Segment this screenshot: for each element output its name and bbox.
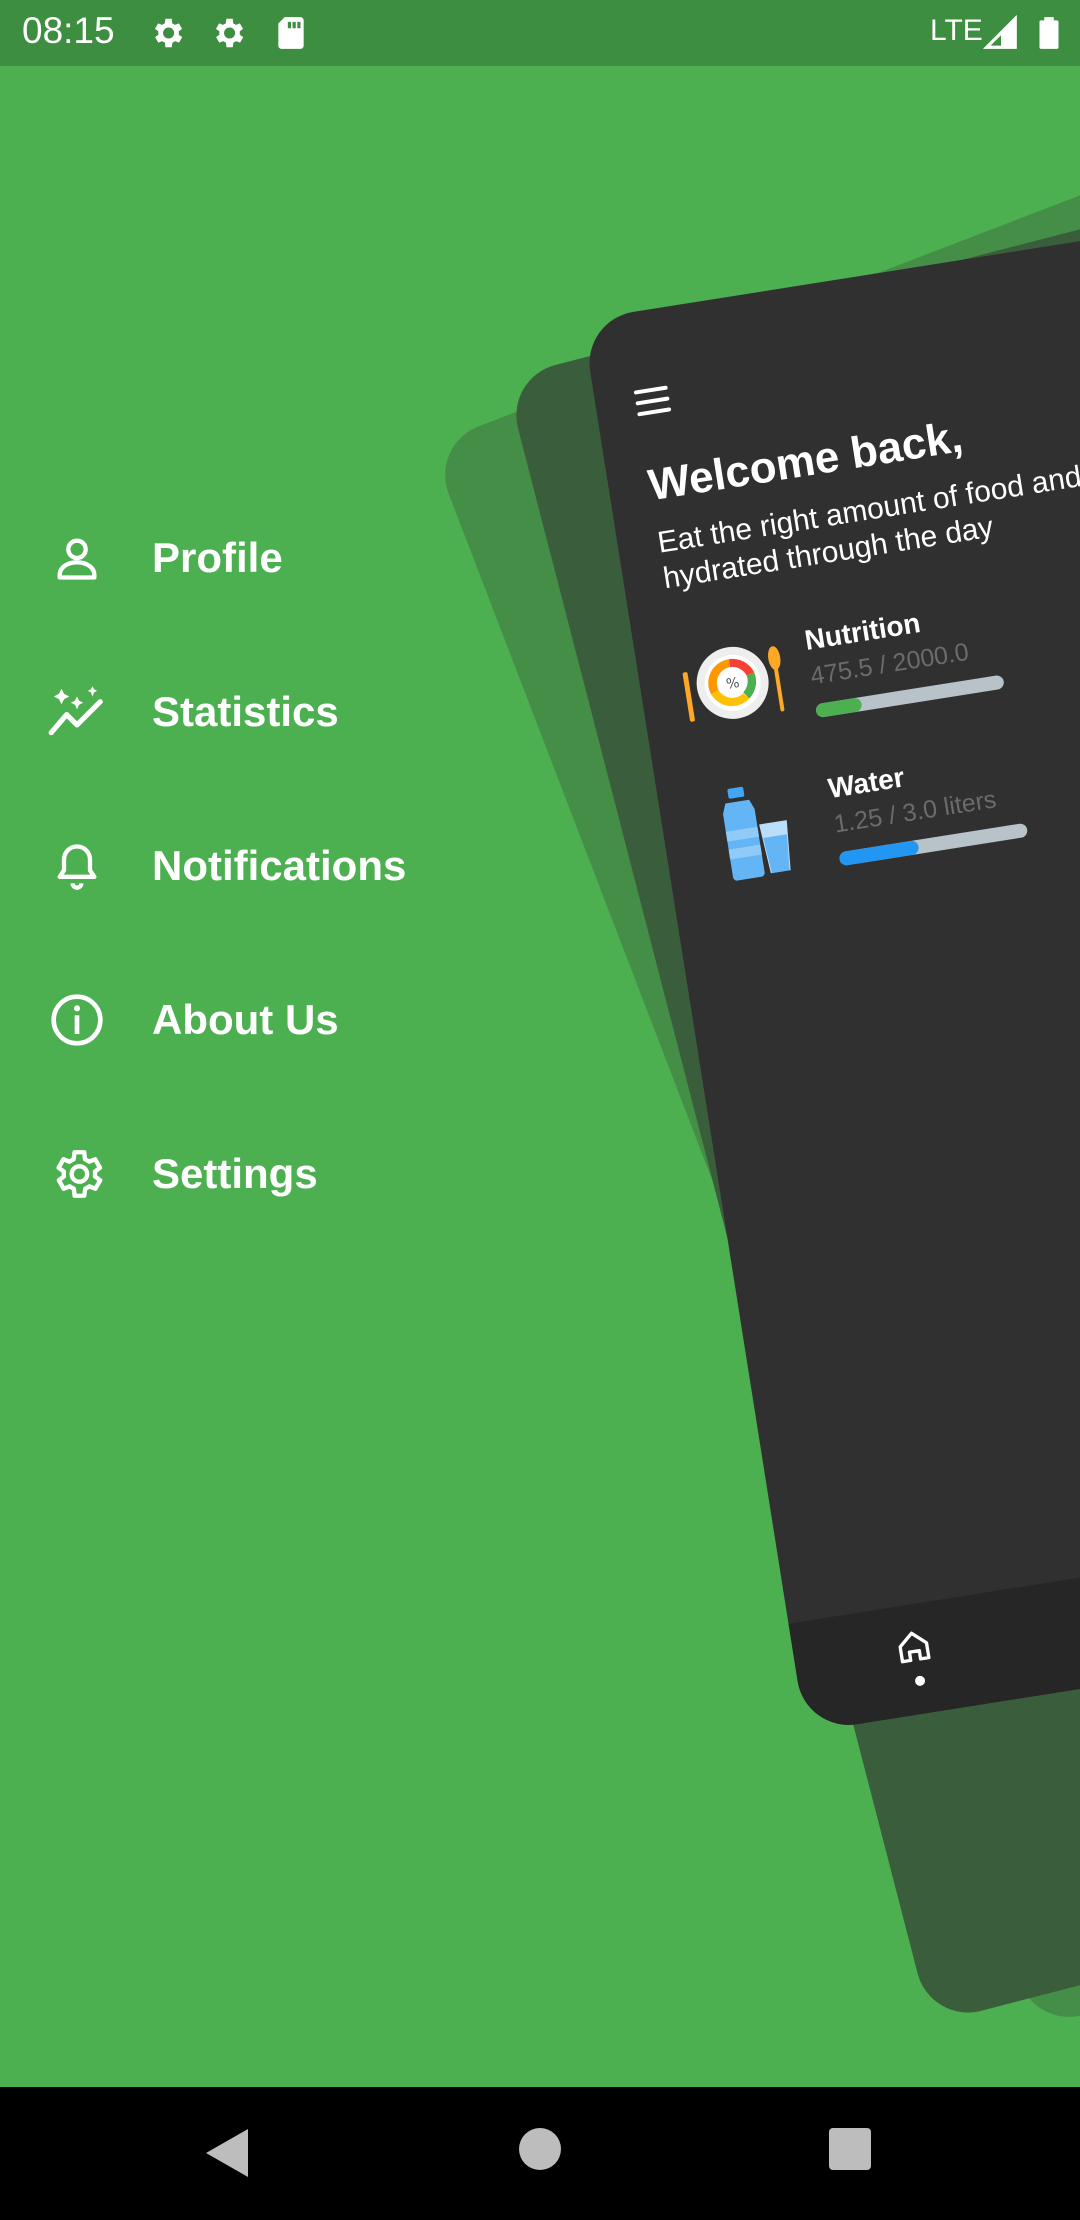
system-nav-bar xyxy=(0,2087,1080,2220)
gear-icon xyxy=(215,18,244,48)
network-type: LTE xyxy=(930,14,983,47)
menu-label: About Us xyxy=(152,996,339,1043)
plate-icon: % xyxy=(682,646,785,722)
menu-label: Profile xyxy=(152,534,283,581)
signal-icon xyxy=(982,14,1017,49)
menu-label: Settings xyxy=(152,1150,318,1197)
sparkle-chart-icon xyxy=(44,679,110,745)
info-icon xyxy=(44,987,110,1053)
status-bar: 08:15 LTE xyxy=(0,0,1080,66)
water-label: Water xyxy=(825,761,907,805)
recents-icon[interactable] xyxy=(828,2127,872,2171)
home-icon[interactable] xyxy=(891,1624,937,1670)
menu-item-statistics[interactable]: Statistics xyxy=(44,667,339,757)
gear-icon xyxy=(44,1141,110,1207)
menu-icon[interactable] xyxy=(633,385,672,417)
menu-item-settings[interactable]: Settings xyxy=(44,1129,318,1219)
water-progress-fill xyxy=(838,839,920,867)
home-circle-icon[interactable] xyxy=(518,2127,562,2171)
menu-label: Notifications xyxy=(152,842,407,889)
menu-item-profile[interactable]: Profile xyxy=(44,513,283,603)
water-bottle-icon xyxy=(723,786,791,881)
gear-icon xyxy=(154,18,183,48)
menu-label: Statistics xyxy=(152,688,339,735)
status-time: 08:15 xyxy=(22,10,115,51)
bell-icon xyxy=(44,833,110,899)
menu-item-notifications[interactable]: Notifications xyxy=(44,821,406,911)
menu-item-about-us[interactable]: About Us xyxy=(44,975,339,1065)
svg-text:%: % xyxy=(725,675,741,693)
active-indicator xyxy=(914,1675,926,1687)
battery-icon xyxy=(1039,17,1059,49)
sd-card-icon xyxy=(278,17,304,49)
nutrition-progress-fill xyxy=(814,697,863,719)
person-icon xyxy=(44,525,110,591)
back-icon[interactable] xyxy=(204,2127,250,2179)
card-bottom-nav xyxy=(788,1482,1080,1733)
